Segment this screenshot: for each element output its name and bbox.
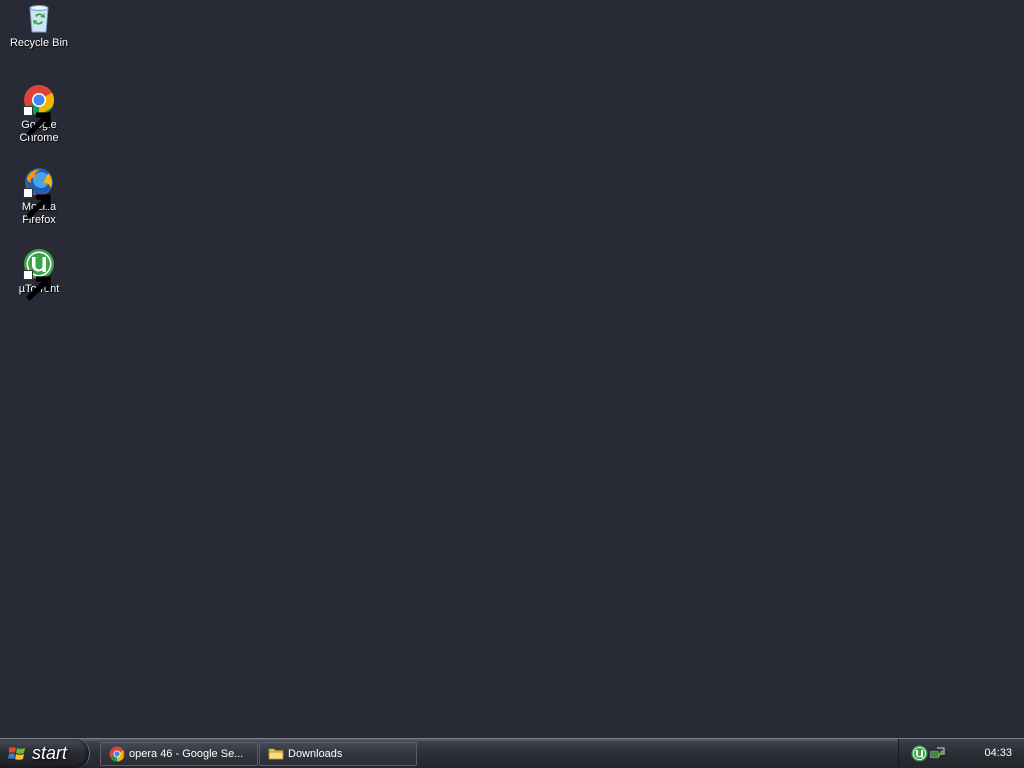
desktop-icon-label: Recycle Bin [9, 37, 69, 49]
windows-logo-icon [8, 746, 25, 760]
desktop-icon-utorrent[interactable]: µTorrent [4, 248, 74, 301]
taskbar-button-label: Downloads [288, 748, 343, 760]
desktop-icon-google-chrome[interactable]: Google Chrome [4, 84, 74, 145]
start-label: start [32, 743, 68, 763]
taskbar-button-chrome[interactable]: opera 46 - Google Se... [100, 742, 258, 766]
chrome-icon [109, 746, 125, 762]
start-button[interactable]: start [0, 739, 90, 768]
utorrent-icon [23, 248, 55, 301]
recycle-bin-icon [23, 2, 55, 34]
system-tray: 04:33 [898, 739, 1024, 768]
chrome-icon [23, 84, 55, 137]
desktop-icon-mozilla-firefox[interactable]: Mozilla Firefox [4, 166, 74, 227]
desktop-icon-recycle-bin[interactable]: Recycle Bin [4, 2, 74, 50]
taskbar-button-downloads[interactable]: Downloads [259, 742, 417, 766]
shortcut-arrow-icon [23, 106, 51, 137]
network-tray-icon[interactable] [929, 745, 946, 762]
taskbar: start opera 46 - Google Se... Downloads … [0, 738, 1024, 768]
shortcut-arrow-icon [23, 188, 51, 219]
clock[interactable]: 04:33 [984, 747, 1012, 759]
firefox-icon [23, 166, 55, 219]
folder-icon [268, 748, 284, 760]
desktop[interactable]: Recycle Bin Google Chrome Mozilla Firefo… [0, 0, 1024, 738]
shortcut-arrow-icon [23, 270, 51, 301]
utorrent-tray-icon[interactable] [911, 745, 928, 762]
taskbar-button-label: opera 46 - Google Se... [129, 748, 244, 760]
